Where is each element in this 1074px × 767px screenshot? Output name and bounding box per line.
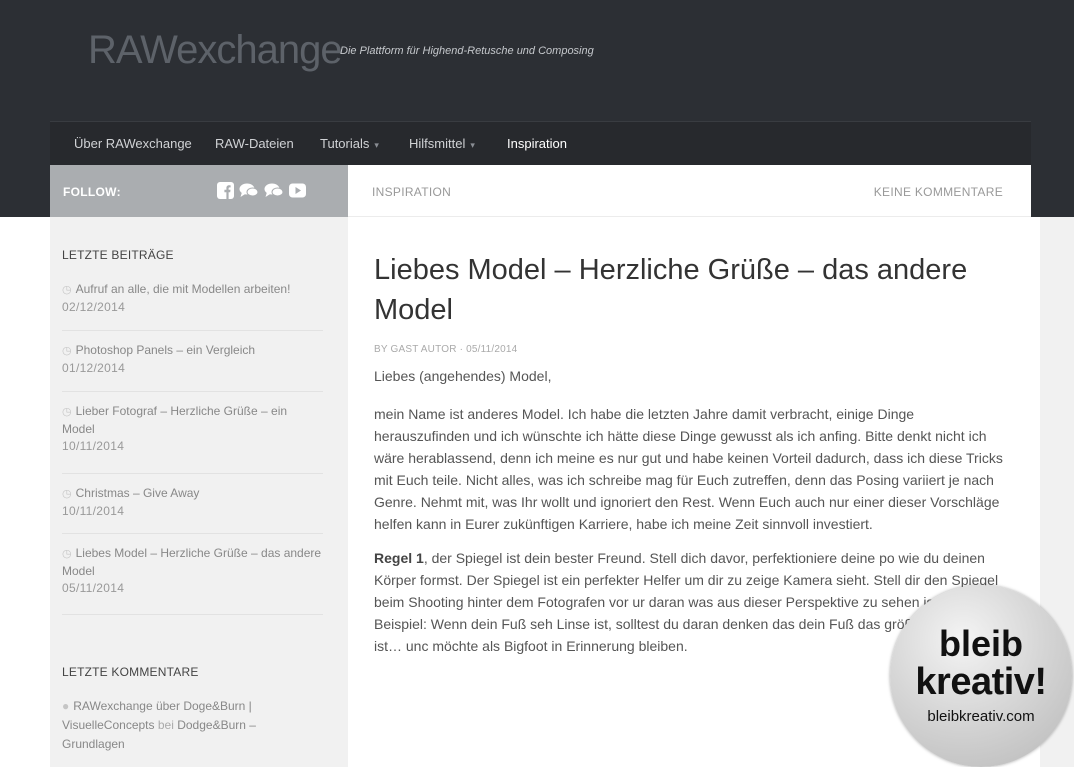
facebook-icon[interactable] (217, 182, 234, 199)
divider (62, 330, 323, 331)
list-item[interactable]: ◷ Liebes Model – Herzliche Grüße – das an… (62, 545, 322, 597)
post-date: 10/11/2014 (62, 439, 125, 453)
chevron-down-icon: ▾ (470, 140, 475, 150)
nav-item-inspiration[interactable]: Inspiration (507, 136, 567, 151)
nav-item-label: Inspiration (507, 136, 567, 151)
clock-icon: ◷ (62, 548, 72, 560)
list-item[interactable]: ◷ Photoshop Panels – ein Vergleich 01/12/… (62, 342, 322, 377)
nav-item-label: Tutorials (320, 136, 370, 151)
rule-label: Regel 1 (374, 550, 424, 566)
site-tagline: Die Plattform für Highend-Retusche und C… (340, 45, 594, 57)
chevron-down-icon: ▾ (374, 140, 379, 150)
post-date: 02/12/2014 (62, 300, 126, 314)
divider (62, 533, 323, 534)
divider (62, 391, 323, 392)
clock-icon: ◷ (62, 284, 72, 296)
comment-on: bei (157, 718, 174, 732)
post-date: 01/12/2014 (62, 361, 126, 375)
nav-item-raw-dateien[interactable]: RAW-Dateien (215, 136, 294, 151)
clock-icon: ◷ (62, 406, 72, 418)
list-item[interactable]: ◷ Aufruf an alle, die mit Modellen arbeit… (62, 281, 322, 316)
article-salutation: Liebes (angehendes) Model, (374, 368, 552, 384)
main-nav: Über RAWexchange RAW-Dateien Tutorials ▾ … (50, 121, 1031, 165)
post-title[interactable]: Christmas – Give Away (76, 486, 200, 500)
list-item[interactable]: ◷ Christmas – Give Away 10/11/2014 (62, 485, 322, 520)
badge-line1: bleib (938, 623, 1023, 664)
article-byline: BY GAST AUTOR · 05/11/2014 (374, 344, 518, 355)
chat-icon[interactable] (239, 182, 259, 199)
article-paragraph: mein Name ist anderes Model. Ich habe di… (374, 406, 1003, 532)
badge-url: bleibkreativ.com (927, 708, 1035, 725)
nav-item-tutorials[interactable]: Tutorials ▾ (320, 136, 379, 151)
post-date: 05/11/2014 (62, 581, 125, 595)
category-link[interactable]: INSPIRATION (372, 185, 451, 199)
recent-posts-heading: LETZTE BEITRÄGE (62, 248, 174, 262)
recent-comments-heading: LETZTE KOMMENTARE (62, 665, 199, 679)
clock-icon: ◷ (62, 345, 72, 357)
comment-item: ● RAWexchange über Doge&Burn | VisuelleCo… (62, 697, 292, 754)
list-item[interactable]: ◷ Lieber Fotograf – Herzliche Grüße – ein… (62, 403, 322, 455)
follow-label: FOLLOW: (63, 185, 121, 199)
site-title[interactable]: RAWexchange (88, 28, 343, 73)
follow-bar: FOLLOW: (50, 165, 348, 217)
sidebar: LETZTE BEITRÄGE ◷ Aufruf an alle, die mit… (50, 217, 348, 767)
article-title: Liebes Model – Herzliche Grüße – das and… (374, 254, 968, 326)
comment-icon: ● (62, 699, 70, 713)
post-title[interactable]: Lieber Fotograf – Herzliche Grüße – ein … (62, 404, 287, 436)
post-title[interactable]: Aufruf an alle, die mit Modellen arbeite… (76, 282, 291, 296)
nav-item-label: Über RAWexchange (74, 136, 192, 151)
chat-icon[interactable] (264, 182, 284, 199)
post-meta-bar: INSPIRATION KEINE KOMMENTARE (348, 165, 1031, 217)
divider (62, 473, 323, 474)
divider (62, 614, 323, 615)
badge-line2: kreativ! (915, 661, 1047, 703)
comments-link[interactable]: KEINE KOMMENTARE (874, 185, 1003, 199)
bleib-kreativ-badge: bleib kreativ! bleibkreativ.com (890, 585, 1072, 767)
nav-item-ueber[interactable]: Über RAWexchange (74, 136, 192, 151)
post-title[interactable]: Photoshop Panels – ein Vergleich (76, 343, 255, 357)
post-date: 10/11/2014 (62, 504, 125, 518)
nav-item-label: RAW-Dateien (215, 136, 294, 151)
youtube-icon[interactable] (289, 182, 306, 199)
clock-icon: ◷ (62, 488, 72, 500)
post-title[interactable]: Liebes Model – Herzliche Grüße – das and… (62, 546, 321, 578)
nav-item-label: Hilfsmittel (409, 136, 466, 151)
article: Liebes Model – Herzliche Grüße – das and… (374, 250, 1006, 657)
nav-item-hilfsmittel[interactable]: Hilfsmittel ▾ (409, 136, 475, 151)
